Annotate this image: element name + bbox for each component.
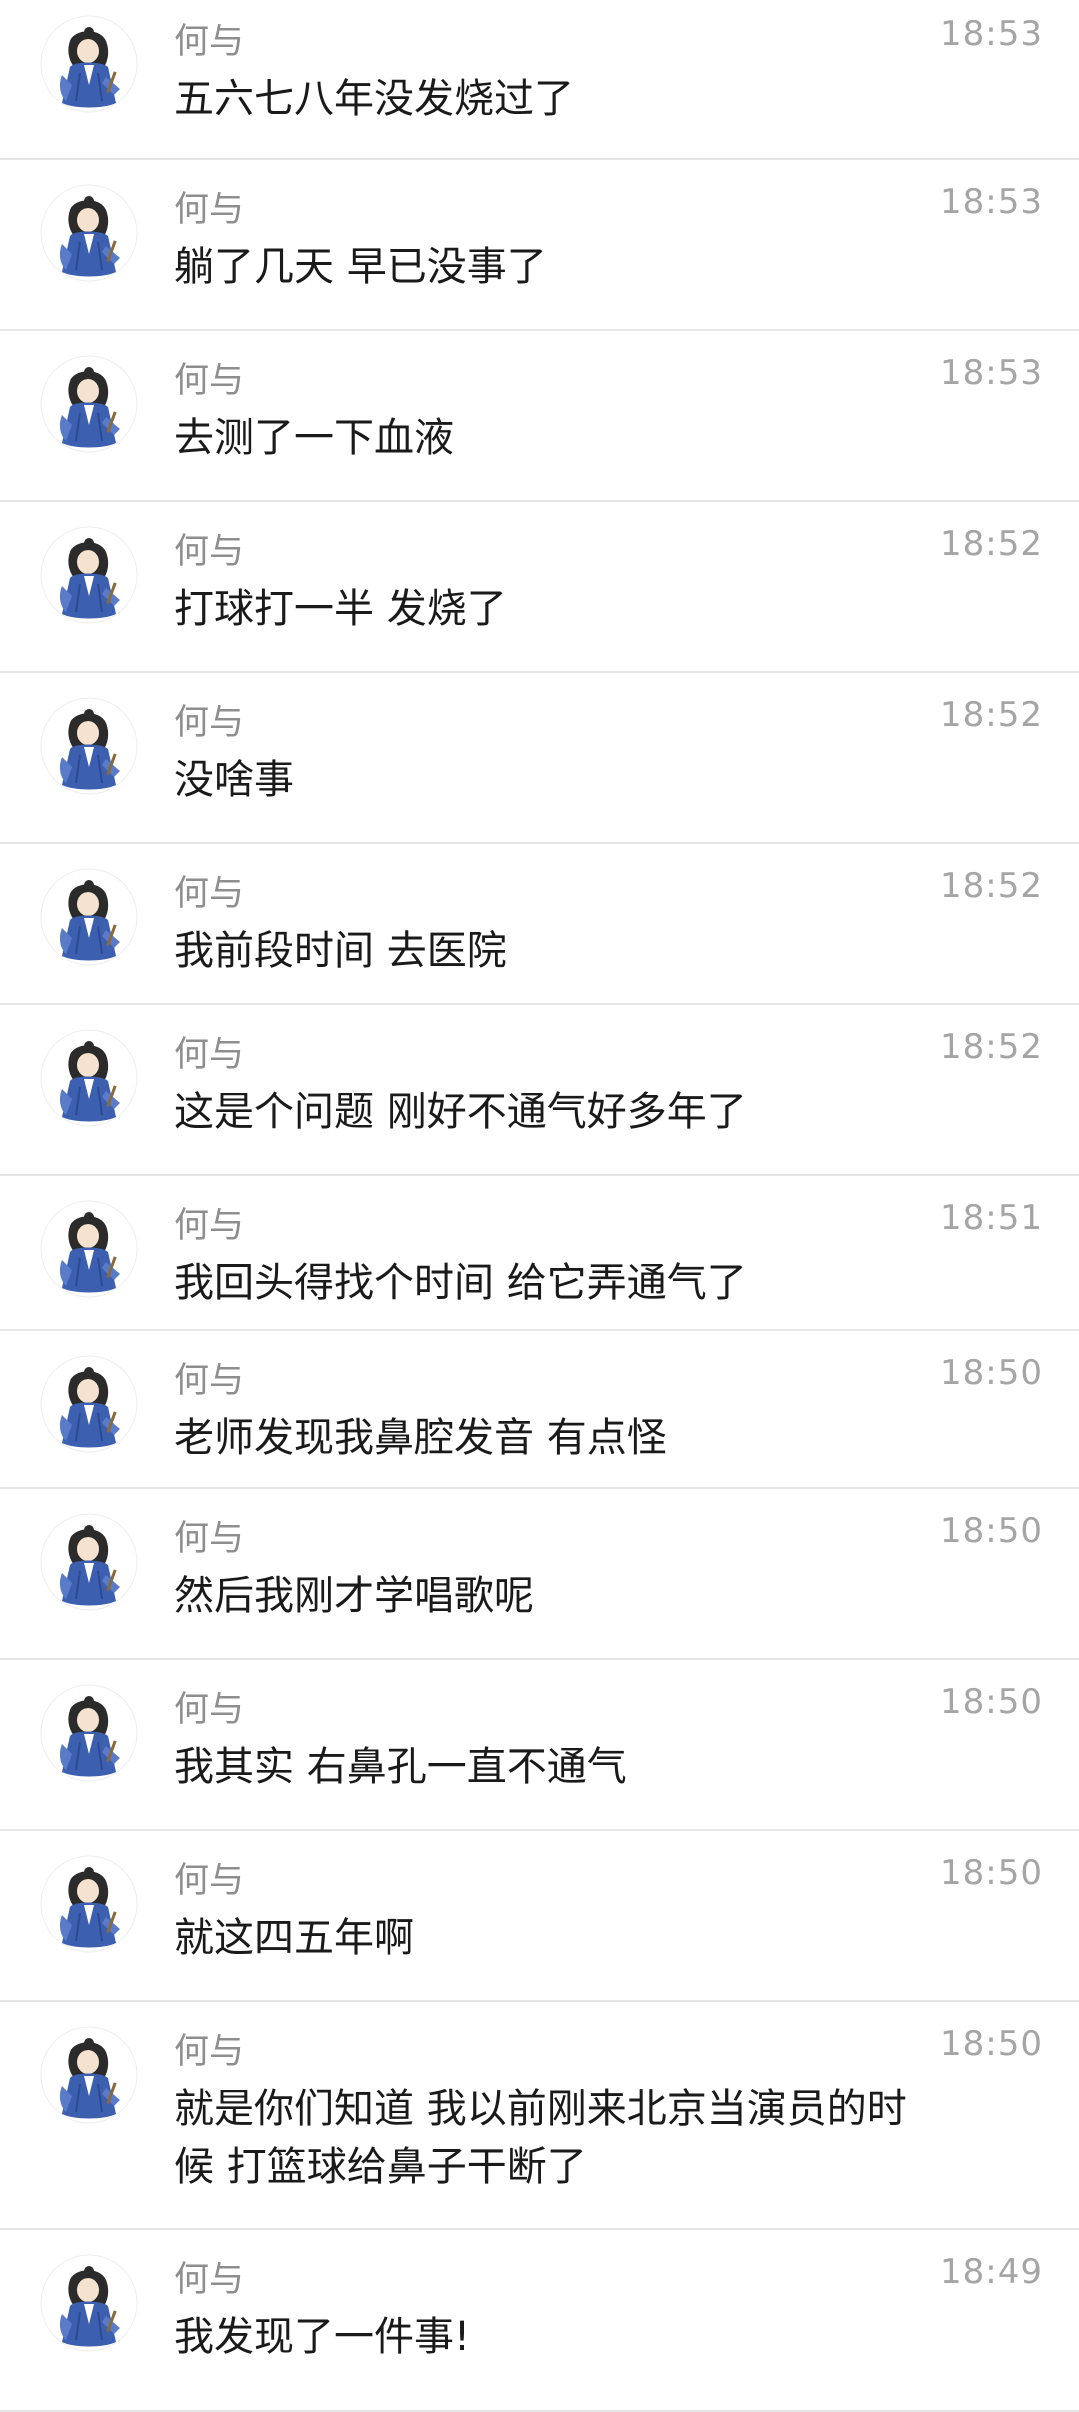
message-row[interactable]: 何与 18:49 我发现了一件事! [0,2230,1079,2412]
avatar[interactable] [40,868,138,966]
anime-character-avatar-icon [40,868,138,966]
message-text: 我回头得找个时间 给它弄通气了 [174,1260,747,1306]
anime-character-avatar-icon [40,2026,138,2124]
message-row[interactable]: 何与 18:53 五六七八年没发烧过了 [0,0,1079,160]
message-row[interactable]: 何与 18:50 就这四五年啊 [0,1831,1079,2002]
avatar[interactable] [40,697,138,795]
message-row[interactable]: 何与 18:51 我回头得找个时间 给它弄通气了 [0,1176,1079,1331]
sender-name: 何与 [174,874,245,914]
avatar[interactable] [40,1355,138,1453]
sender-name: 何与 [174,1206,245,1246]
sender-name: 何与 [174,532,245,572]
sender-name: 何与 [174,1861,245,1901]
sender-name: 何与 [174,22,245,62]
avatar[interactable] [40,1513,138,1611]
avatar[interactable] [40,2026,138,2124]
message-text: 我前段时间 去医院 [174,928,507,974]
sender-name: 何与 [174,2032,245,2072]
sender-name: 何与 [174,1690,245,1730]
sender-name: 何与 [174,1035,245,1075]
anime-character-avatar-icon [40,1684,138,1782]
anime-character-avatar-icon [40,15,138,113]
message-time: 18:52 [940,866,1043,906]
sender-name: 何与 [174,1361,245,1401]
message-text: 躺了几天 早已没事了 [174,244,547,290]
sender-name: 何与 [174,361,245,401]
message-time: 18:49 [940,2252,1043,2292]
message-time: 18:50 [940,1511,1043,1551]
message-row[interactable]: 何与 18:50 老师发现我鼻腔发音 有点怪 [0,1331,1079,1489]
anime-character-avatar-icon [40,355,138,453]
anime-character-avatar-icon [40,1200,138,1298]
avatar[interactable] [40,2254,138,2352]
message-row[interactable]: 何与 18:52 我前段时间 去医院 [0,844,1079,1005]
message-text: 就这四五年啊 [174,1915,414,1961]
avatar[interactable] [40,1029,138,1127]
anime-character-avatar-icon [40,184,138,282]
message-text: 我发现了一件事! [174,2314,471,2360]
anime-character-avatar-icon [40,526,138,624]
sender-name: 何与 [174,190,245,230]
message-time: 18:50 [940,1353,1043,1393]
message-text: 五六七八年没发烧过了 [174,76,574,122]
message-time: 18:51 [940,1198,1043,1238]
avatar[interactable] [40,355,138,453]
avatar[interactable] [40,184,138,282]
avatar[interactable] [40,1200,138,1298]
sender-name: 何与 [174,703,245,743]
message-row[interactable]: 何与 18:50 我其实 右鼻孔一直不通气 [0,1660,1079,1831]
sender-name: 何与 [174,2260,245,2300]
message-time: 18:53 [940,353,1043,393]
message-row[interactable]: 何与 18:52 没啥事 [0,673,1079,844]
message-row[interactable]: 何与 18:52 这是个问题 刚好不通气好多年了 [0,1005,1079,1176]
message-text: 去测了一下血液 [174,415,454,461]
message-row[interactable]: 何与 18:53 躺了几天 早已没事了 [0,160,1079,331]
message-time: 18:50 [940,2024,1043,2064]
message-text: 打球打一半 发烧了 [174,586,507,632]
anime-character-avatar-icon [40,697,138,795]
avatar[interactable] [40,526,138,624]
anime-character-avatar-icon [40,1029,138,1127]
avatar[interactable] [40,15,138,113]
anime-character-avatar-icon [40,1355,138,1453]
message-row[interactable]: 何与 18:50 就是你们知道 我以前刚来北京当演员的时候 打篮球给鼻子干断了 [0,2002,1079,2230]
message-time: 18:52 [940,695,1043,735]
message-text: 然后我刚才学唱歌呢 [174,1573,534,1619]
message-text: 老师发现我鼻腔发音 有点怪 [174,1415,667,1461]
avatar[interactable] [40,1855,138,1953]
anime-character-avatar-icon [40,2254,138,2352]
sender-name: 何与 [174,1519,245,1559]
anime-character-avatar-icon [40,1513,138,1611]
message-time: 18:52 [940,1027,1043,1067]
avatar[interactable] [40,1684,138,1782]
message-time: 18:53 [940,14,1043,54]
message-time: 18:53 [940,182,1043,222]
message-row[interactable]: 何与 18:50 然后我刚才学唱歌呢 [0,1489,1079,1660]
message-time: 18:50 [940,1853,1043,1893]
message-text: 这是个问题 刚好不通气好多年了 [174,1089,747,1135]
message-row[interactable]: 何与 18:52 打球打一半 发烧了 [0,502,1079,673]
message-time: 18:52 [940,524,1043,564]
message-time: 18:50 [940,1682,1043,1722]
message-row[interactable]: 何与 18:53 去测了一下血液 [0,331,1079,502]
message-text: 没啥事 [174,757,294,803]
anime-character-avatar-icon [40,1855,138,1953]
message-text: 就是你们知道 我以前刚来北京当演员的时候 打篮球给鼻子干断了 [174,2086,907,2190]
message-text: 我其实 右鼻孔一直不通气 [174,1744,627,1790]
message-list: 何与 18:53 五六七八年没发烧过了 何与 18:53 躺了几天 早已没事了 何与 18:5… [0,0,1079,2412]
